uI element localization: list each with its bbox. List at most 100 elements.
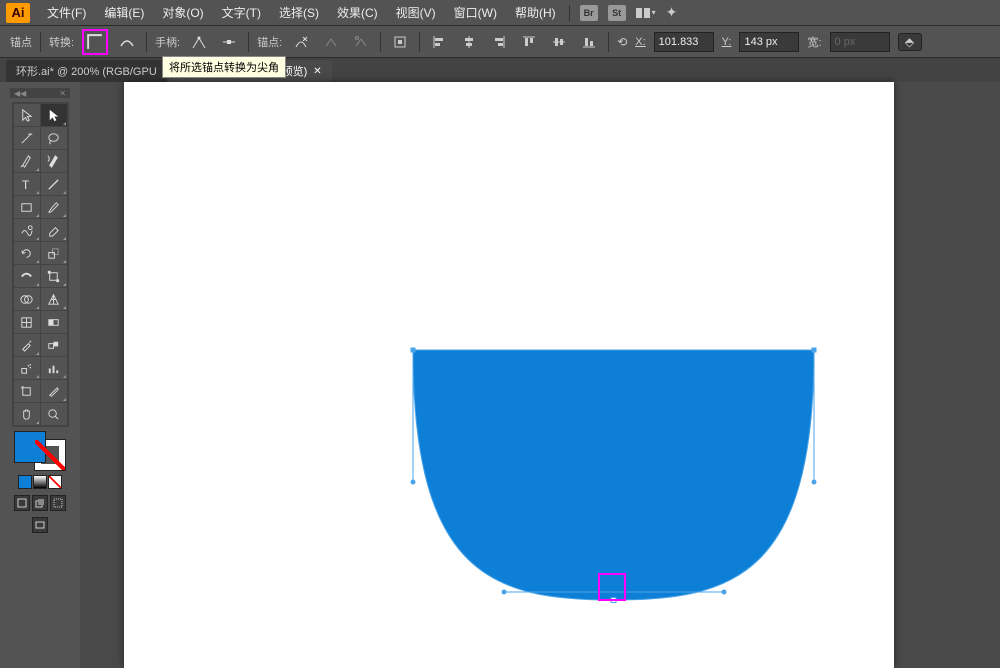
- type-icon: T: [19, 177, 34, 192]
- draw-behind[interactable]: [32, 495, 48, 511]
- handles-show-icon: [191, 34, 207, 50]
- align-top-button[interactable]: [518, 31, 540, 53]
- isolate-button[interactable]: [389, 31, 411, 53]
- canvas-area[interactable]: [80, 82, 1000, 668]
- slice-icon: [46, 384, 61, 399]
- lasso-tool[interactable]: [41, 127, 67, 149]
- align-hcenter-button[interactable]: [458, 31, 480, 53]
- menu-help[interactable]: 帮助(H): [506, 0, 565, 25]
- transform-icon: [46, 269, 61, 284]
- gpu-rocket-icon[interactable]: ✦: [666, 4, 678, 21]
- menu-text[interactable]: 文字(T): [213, 0, 270, 25]
- close-icon[interactable]: ✕: [313, 66, 321, 77]
- rectangle-icon: [19, 200, 34, 215]
- separator: [569, 5, 570, 21]
- separator: [608, 32, 609, 52]
- convert-smooth-button[interactable]: [116, 31, 138, 53]
- draw-inside[interactable]: [50, 495, 66, 511]
- stock-icon[interactable]: St: [608, 5, 626, 21]
- eraser-tool[interactable]: [41, 219, 67, 241]
- mesh-icon: [19, 315, 34, 330]
- type-tool[interactable]: T: [14, 173, 40, 195]
- hand-tool[interactable]: [14, 403, 40, 425]
- align-right-icon: [491, 34, 507, 50]
- menu-object[interactable]: 对象(O): [153, 0, 212, 25]
- color-mode-none[interactable]: [48, 475, 62, 489]
- selection-tool[interactable]: [14, 104, 40, 126]
- paintbrush-tool[interactable]: [41, 196, 67, 218]
- slice-tool[interactable]: [41, 380, 67, 402]
- scale-icon: [46, 246, 61, 261]
- hide-handles-button[interactable]: [218, 31, 240, 53]
- perspective-tool[interactable]: [41, 288, 67, 310]
- document-tabs: 环形.ai* @ 200% (RGB/GPU @ 400% (RGB/GPU 预…: [0, 58, 1000, 82]
- align-left-button[interactable]: [428, 31, 450, 53]
- stroke-swatch[interactable]: [34, 439, 66, 471]
- w-label: 宽:: [807, 34, 821, 50]
- cut-path-icon: [353, 34, 369, 50]
- magic-wand-tool[interactable]: [14, 127, 40, 149]
- screen-mode-row: [32, 517, 48, 533]
- pen-tool[interactable]: [14, 150, 40, 172]
- menu-select[interactable]: 选择(S): [270, 0, 328, 25]
- draw-normal[interactable]: [14, 495, 30, 511]
- scale-tool[interactable]: [41, 242, 67, 264]
- cut-path-button[interactable]: [350, 31, 372, 53]
- align-bottom-button[interactable]: [578, 31, 600, 53]
- brush-icon: [46, 200, 61, 215]
- blend-icon: [46, 338, 61, 353]
- screen-mode-button[interactable]: [32, 517, 48, 533]
- menu-view[interactable]: 视图(V): [387, 0, 445, 25]
- width-tool[interactable]: [14, 265, 40, 287]
- connect-anchor-button[interactable]: [320, 31, 342, 53]
- rotate-tool[interactable]: [14, 242, 40, 264]
- line-tool[interactable]: [41, 173, 67, 195]
- zoom-tool[interactable]: [41, 403, 67, 425]
- direct-selection-tool[interactable]: [41, 104, 67, 126]
- free-transform-tool[interactable]: [41, 265, 67, 287]
- fill-stroke-swatch[interactable]: [14, 431, 66, 471]
- sync-icon[interactable]: ⟲: [617, 35, 627, 49]
- artboard-tool[interactable]: [14, 380, 40, 402]
- gradient-tool[interactable]: [41, 311, 67, 333]
- arrange-documents-icon[interactable]: ▾: [636, 8, 656, 18]
- blend-tool[interactable]: [41, 334, 67, 356]
- remove-anchor-button[interactable]: [290, 31, 312, 53]
- document-tab-1[interactable]: 环形.ai* @ 200% (RGB/GPU: [6, 60, 167, 82]
- separator: [380, 32, 381, 52]
- shaper-tool[interactable]: [14, 219, 40, 241]
- column-graph-tool[interactable]: [41, 357, 67, 379]
- line-icon: [46, 177, 61, 192]
- curvature-tool[interactable]: [41, 150, 67, 172]
- app-logo: Ai: [6, 3, 30, 23]
- x-input[interactable]: [654, 32, 714, 52]
- shape-builder-tool[interactable]: [14, 288, 40, 310]
- align-vcenter-button[interactable]: [548, 31, 570, 53]
- color-mode-gradient[interactable]: [33, 475, 47, 489]
- spray-icon: [19, 361, 34, 376]
- menu-edit[interactable]: 编辑(E): [95, 0, 153, 25]
- eyedropper-icon: [19, 338, 34, 353]
- symbol-sprayer-tool[interactable]: [14, 357, 40, 379]
- menu-file[interactable]: 文件(F): [38, 0, 95, 25]
- menu-effect[interactable]: 效果(C): [328, 0, 387, 25]
- convert-corner-button[interactable]: [82, 29, 108, 55]
- eraser-icon: [46, 223, 61, 238]
- gradient-icon: [46, 315, 61, 330]
- w-input[interactable]: [830, 32, 890, 52]
- link-wh-button[interactable]: ⬘: [898, 33, 922, 51]
- lasso-icon: [46, 131, 61, 146]
- mesh-tool[interactable]: [14, 311, 40, 333]
- eyedropper-tool[interactable]: [14, 334, 40, 356]
- menu-window[interactable]: 窗口(W): [445, 0, 506, 25]
- color-mode-solid[interactable]: [18, 475, 32, 489]
- rectangle-tool[interactable]: [14, 196, 40, 218]
- bridge-icon[interactable]: Br: [580, 5, 598, 21]
- tools-header[interactable]: ◀◀✕: [10, 88, 70, 98]
- y-input[interactable]: [739, 32, 799, 52]
- align-right-button[interactable]: [488, 31, 510, 53]
- pen-icon: [19, 154, 34, 169]
- show-handles-button[interactable]: [188, 31, 210, 53]
- vector-shape[interactable]: [80, 82, 1000, 668]
- main-area: ◀◀✕ T: [0, 82, 1000, 668]
